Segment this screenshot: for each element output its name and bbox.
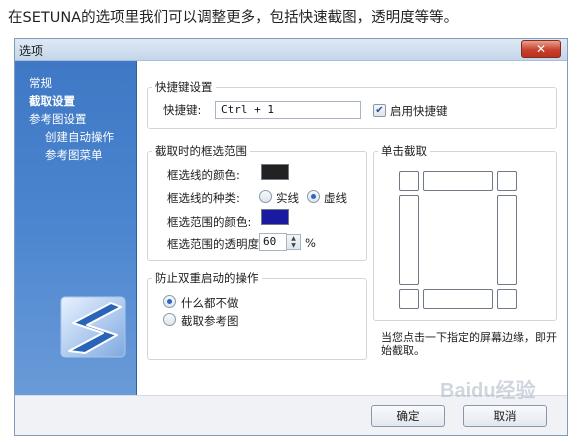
sidebar-item-reference-settings[interactable]: 参考图设置 bbox=[29, 111, 87, 127]
opacity-unit: % bbox=[305, 236, 316, 250]
line-color-label: 框选线的颜色: bbox=[167, 168, 240, 182]
close-button[interactable]: ✕ bbox=[521, 40, 561, 58]
fill-color-swatch[interactable] bbox=[261, 209, 289, 225]
click-zone-top[interactable] bbox=[423, 171, 493, 191]
click-zone-bottom-right[interactable] bbox=[497, 289, 517, 309]
shortcut-legend: 快捷键设置 bbox=[155, 80, 213, 94]
line-type-solid-label: 实线 bbox=[276, 191, 299, 205]
settings-sidebar: 常规 截取设置 参考图设置 创建自动操作 参考图菜单 bbox=[15, 61, 137, 395]
setuna-logo-icon bbox=[60, 296, 126, 358]
sidebar-item-auto-actions[interactable]: 创建自动操作 bbox=[45, 129, 114, 145]
line-type-dashed-radio[interactable] bbox=[307, 190, 320, 203]
baidu-watermark: Baidu经验 bbox=[440, 380, 536, 402]
do-nothing-label: 什么都不做 bbox=[181, 296, 239, 310]
click-zone-left[interactable] bbox=[399, 195, 419, 285]
window-title: 选项 bbox=[19, 44, 44, 58]
click-zone-bottom-left[interactable] bbox=[399, 289, 419, 309]
line-type-label: 框选线的种类: bbox=[167, 191, 240, 205]
opacity-input[interactable]: 60 bbox=[259, 233, 287, 251]
shortcut-key-input[interactable]: Ctrl + 1 bbox=[215, 101, 361, 119]
duplicate-launch-legend: 防止双重启动的操作 bbox=[155, 271, 259, 285]
settings-panel: 快捷键设置 快捷键: Ctrl + 1 ✔ 启用快捷键 截取时的框选范围 框选线… bbox=[137, 61, 567, 395]
enable-shortcut-checkbox[interactable]: ✔ bbox=[373, 104, 386, 117]
sidebar-item-capture-settings[interactable]: 截取设置 bbox=[29, 93, 75, 109]
article-caption: 在SETUNA的选项里我们可以调整更多，包括快速截图，透明度等等。 bbox=[8, 10, 459, 26]
do-nothing-radio[interactable] bbox=[163, 295, 176, 308]
capture-reference-label: 截取参考图 bbox=[181, 314, 239, 328]
line-type-solid-radio[interactable] bbox=[259, 190, 272, 203]
shortcut-key-label: 快捷键: bbox=[163, 103, 202, 117]
cancel-button[interactable]: 取消 bbox=[463, 405, 547, 427]
click-zone-top-right[interactable] bbox=[497, 171, 517, 191]
sidebar-item-reference-menu[interactable]: 参考图菜单 bbox=[45, 147, 103, 163]
check-icon: ✔ bbox=[375, 105, 384, 116]
duplicate-launch-group: 防止双重启动的操作 bbox=[147, 270, 367, 360]
close-icon: ✕ bbox=[535, 42, 547, 56]
frame-range-legend: 截取时的框选范围 bbox=[155, 144, 247, 158]
spin-arrows-icon[interactable]: ▲ ▼ bbox=[287, 234, 301, 250]
opacity-label: 框选范围的透明度: bbox=[167, 237, 263, 251]
line-type-dashed-label: 虚线 bbox=[324, 191, 347, 205]
click-zone-right[interactable] bbox=[497, 195, 517, 285]
single-click-legend: 单击截取 bbox=[381, 144, 427, 158]
click-zone-top-left[interactable] bbox=[399, 171, 419, 191]
enable-shortcut-label: 启用快捷键 bbox=[390, 104, 448, 118]
line-color-swatch[interactable] bbox=[261, 164, 289, 180]
click-zone-bottom[interactable] bbox=[423, 289, 493, 309]
capture-reference-radio[interactable] bbox=[163, 313, 176, 326]
title-bar[interactable]: 选项 ✕ bbox=[15, 39, 567, 61]
fill-color-label: 框选范围的颜色: bbox=[167, 215, 252, 229]
ok-button[interactable]: 确定 bbox=[371, 405, 445, 427]
single-click-hint: 当您点击一下指定的屏幕边缘，即开始截取。 bbox=[381, 331, 557, 357]
sidebar-item-general[interactable]: 常规 bbox=[29, 75, 52, 91]
